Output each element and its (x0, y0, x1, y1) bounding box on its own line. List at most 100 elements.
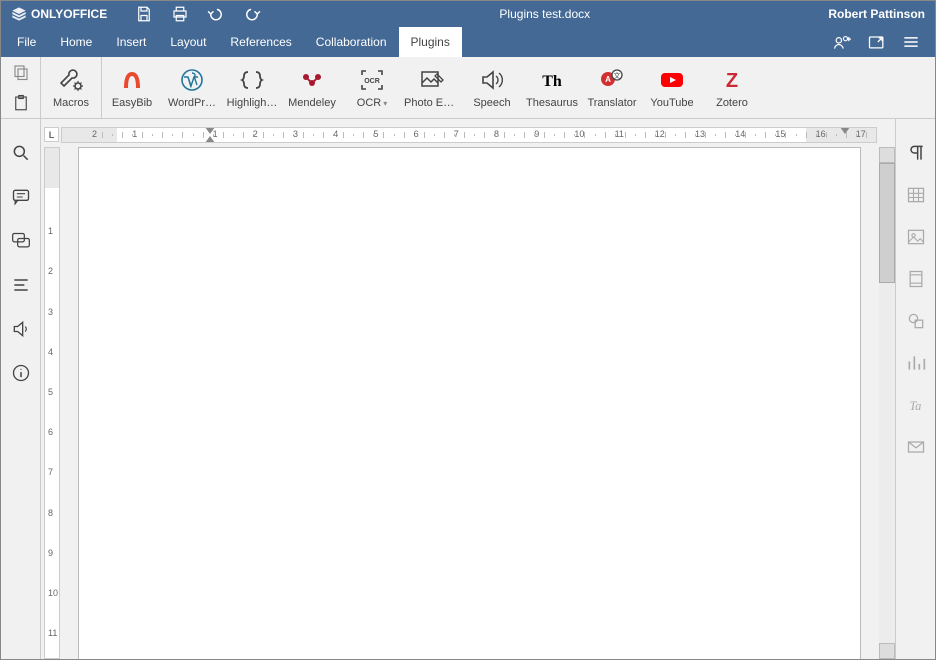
zotero-icon: Z (719, 68, 745, 92)
quick-access-toolbar (135, 5, 261, 23)
ribbon-plugins: Macros EasyBib WordPr… Highligh… Mendele… (1, 57, 935, 119)
plugin-thesaurus[interactable]: Th Thesaurus (522, 57, 582, 119)
paste-icon (12, 94, 30, 112)
textart-icon[interactable]: Ta (906, 395, 926, 415)
ruler-corner[interactable]: L (44, 127, 59, 142)
chevron-down-icon: ▾ (383, 99, 387, 108)
plugin-ocr[interactable]: OCR OCR▾ (342, 57, 402, 119)
header-footer-icon[interactable] (906, 269, 926, 289)
right-sidebar: Ta (895, 119, 935, 659)
scroll-thumb[interactable] (879, 163, 895, 283)
plugin-zotero[interactable]: Z Zotero (702, 57, 762, 119)
tab-insert[interactable]: Insert (104, 27, 158, 57)
plugin-label: Thesaurus (526, 97, 578, 109)
chart-icon[interactable] (906, 353, 926, 373)
svg-text:Z: Z (726, 70, 738, 92)
th-icon: Th (539, 68, 565, 92)
plugin-macros[interactable]: Macros (41, 57, 101, 119)
plugin-label: Photo E…▾ (404, 97, 460, 109)
vertical-scrollbar[interactable] (879, 147, 895, 659)
search-icon[interactable] (11, 143, 31, 163)
braces-icon (239, 68, 265, 92)
chat-icon[interactable] (11, 231, 31, 251)
plugin-label: Mendeley (288, 97, 336, 109)
vertical-ruler[interactable]: 1234567891011 (44, 147, 60, 659)
wordpress-icon (179, 68, 205, 92)
copy-icon (12, 63, 30, 81)
undo-icon[interactable] (207, 5, 225, 23)
svg-text:Th: Th (542, 73, 562, 90)
photoedit-icon (419, 68, 445, 92)
plugin-translator[interactable]: A文 Translator (582, 57, 642, 119)
menubar: File Home Insert Layout References Colla… (1, 27, 935, 57)
image-icon[interactable] (906, 227, 926, 247)
left-sidebar (1, 119, 41, 659)
open-location-icon[interactable] (867, 33, 887, 51)
app-name: ONLYOFFICE (31, 7, 107, 21)
scroll-down-icon[interactable] (879, 643, 895, 659)
onlyoffice-icon (11, 6, 27, 22)
tab-plugins[interactable]: Plugins (399, 27, 462, 57)
plugin-label: WordPr… (168, 97, 216, 109)
document-page[interactable] (78, 147, 861, 659)
svg-text:A: A (605, 75, 611, 84)
plugin-label: YouTube (650, 97, 693, 109)
paragraph-icon[interactable] (906, 143, 926, 163)
plugin-speech[interactable]: Speech (462, 57, 522, 119)
table-icon[interactable] (906, 185, 926, 205)
paste-button[interactable] (1, 88, 40, 119)
navigation-icon[interactable] (11, 275, 31, 295)
plugin-label: Zotero (716, 97, 748, 109)
plugin-label: Macros (53, 97, 89, 109)
ocr-icon: OCR (359, 68, 385, 92)
plugin-easybib[interactable]: EasyBib (102, 57, 162, 119)
comments-icon[interactable] (11, 187, 31, 207)
scroll-up-icon[interactable] (879, 147, 895, 163)
plugin-youtube[interactable]: YouTube (642, 57, 702, 119)
copy-button[interactable] (1, 57, 40, 88)
plugin-label: Translator (587, 97, 636, 109)
plugin-highlight[interactable]: Highligh… (222, 57, 282, 119)
editor-area: L 211234567891011121314151617 1234567891… (41, 119, 895, 659)
svg-text:OCR: OCR (364, 78, 380, 85)
mendeley-icon (299, 68, 325, 92)
about-icon[interactable] (11, 363, 31, 383)
tab-layout[interactable]: Layout (158, 27, 218, 57)
plugin-photoeditor[interactable]: Photo E…▾ (402, 57, 462, 119)
workspace: L 211234567891011121314151617 1234567891… (1, 119, 935, 659)
plugin-wordpress[interactable]: WordPr… (162, 57, 222, 119)
menubar-right-icons (833, 33, 931, 51)
plugin-label: Highligh… (227, 97, 278, 109)
redo-icon[interactable] (243, 5, 261, 23)
plugin-label: EasyBib (112, 97, 152, 109)
tab-collaboration[interactable]: Collaboration (304, 27, 399, 57)
tab-file[interactable]: File (5, 27, 48, 57)
hamburger-icon[interactable] (901, 33, 921, 51)
translator-icon: A文 (599, 68, 625, 92)
mailmerge-icon[interactable] (906, 437, 926, 457)
document-title: Plugins test.docx (261, 7, 828, 21)
tab-references[interactable]: References (218, 27, 303, 57)
plugin-mendeley[interactable]: Mendeley (282, 57, 342, 119)
save-icon[interactable] (135, 5, 153, 23)
app-logo: ONLYOFFICE (11, 6, 107, 22)
youtube-icon (658, 68, 686, 92)
horizontal-ruler[interactable]: 211234567891011121314151617 (61, 127, 877, 143)
speaker-icon (479, 68, 505, 92)
chevron-down-icon: ▾ (456, 99, 460, 108)
shape-icon[interactable] (906, 311, 926, 331)
print-icon[interactable] (171, 5, 189, 23)
ribbon-clipboard (1, 57, 41, 118)
wrench-gear-icon (58, 68, 84, 92)
page-scroll-area[interactable] (60, 147, 879, 659)
tab-home[interactable]: Home (48, 27, 104, 57)
share-icon[interactable] (833, 33, 853, 51)
svg-text:Ta: Ta (909, 399, 921, 413)
titlebar: ONLYOFFICE Plugins test.docx Robert Patt… (1, 1, 935, 27)
plugin-label: OCR▾ (357, 97, 387, 109)
plugin-label: Speech (473, 97, 510, 109)
svg-text:文: 文 (614, 71, 621, 80)
feedback-icon[interactable] (11, 319, 31, 339)
easybib-icon (119, 68, 145, 92)
user-name[interactable]: Robert Pattinson (828, 7, 925, 21)
